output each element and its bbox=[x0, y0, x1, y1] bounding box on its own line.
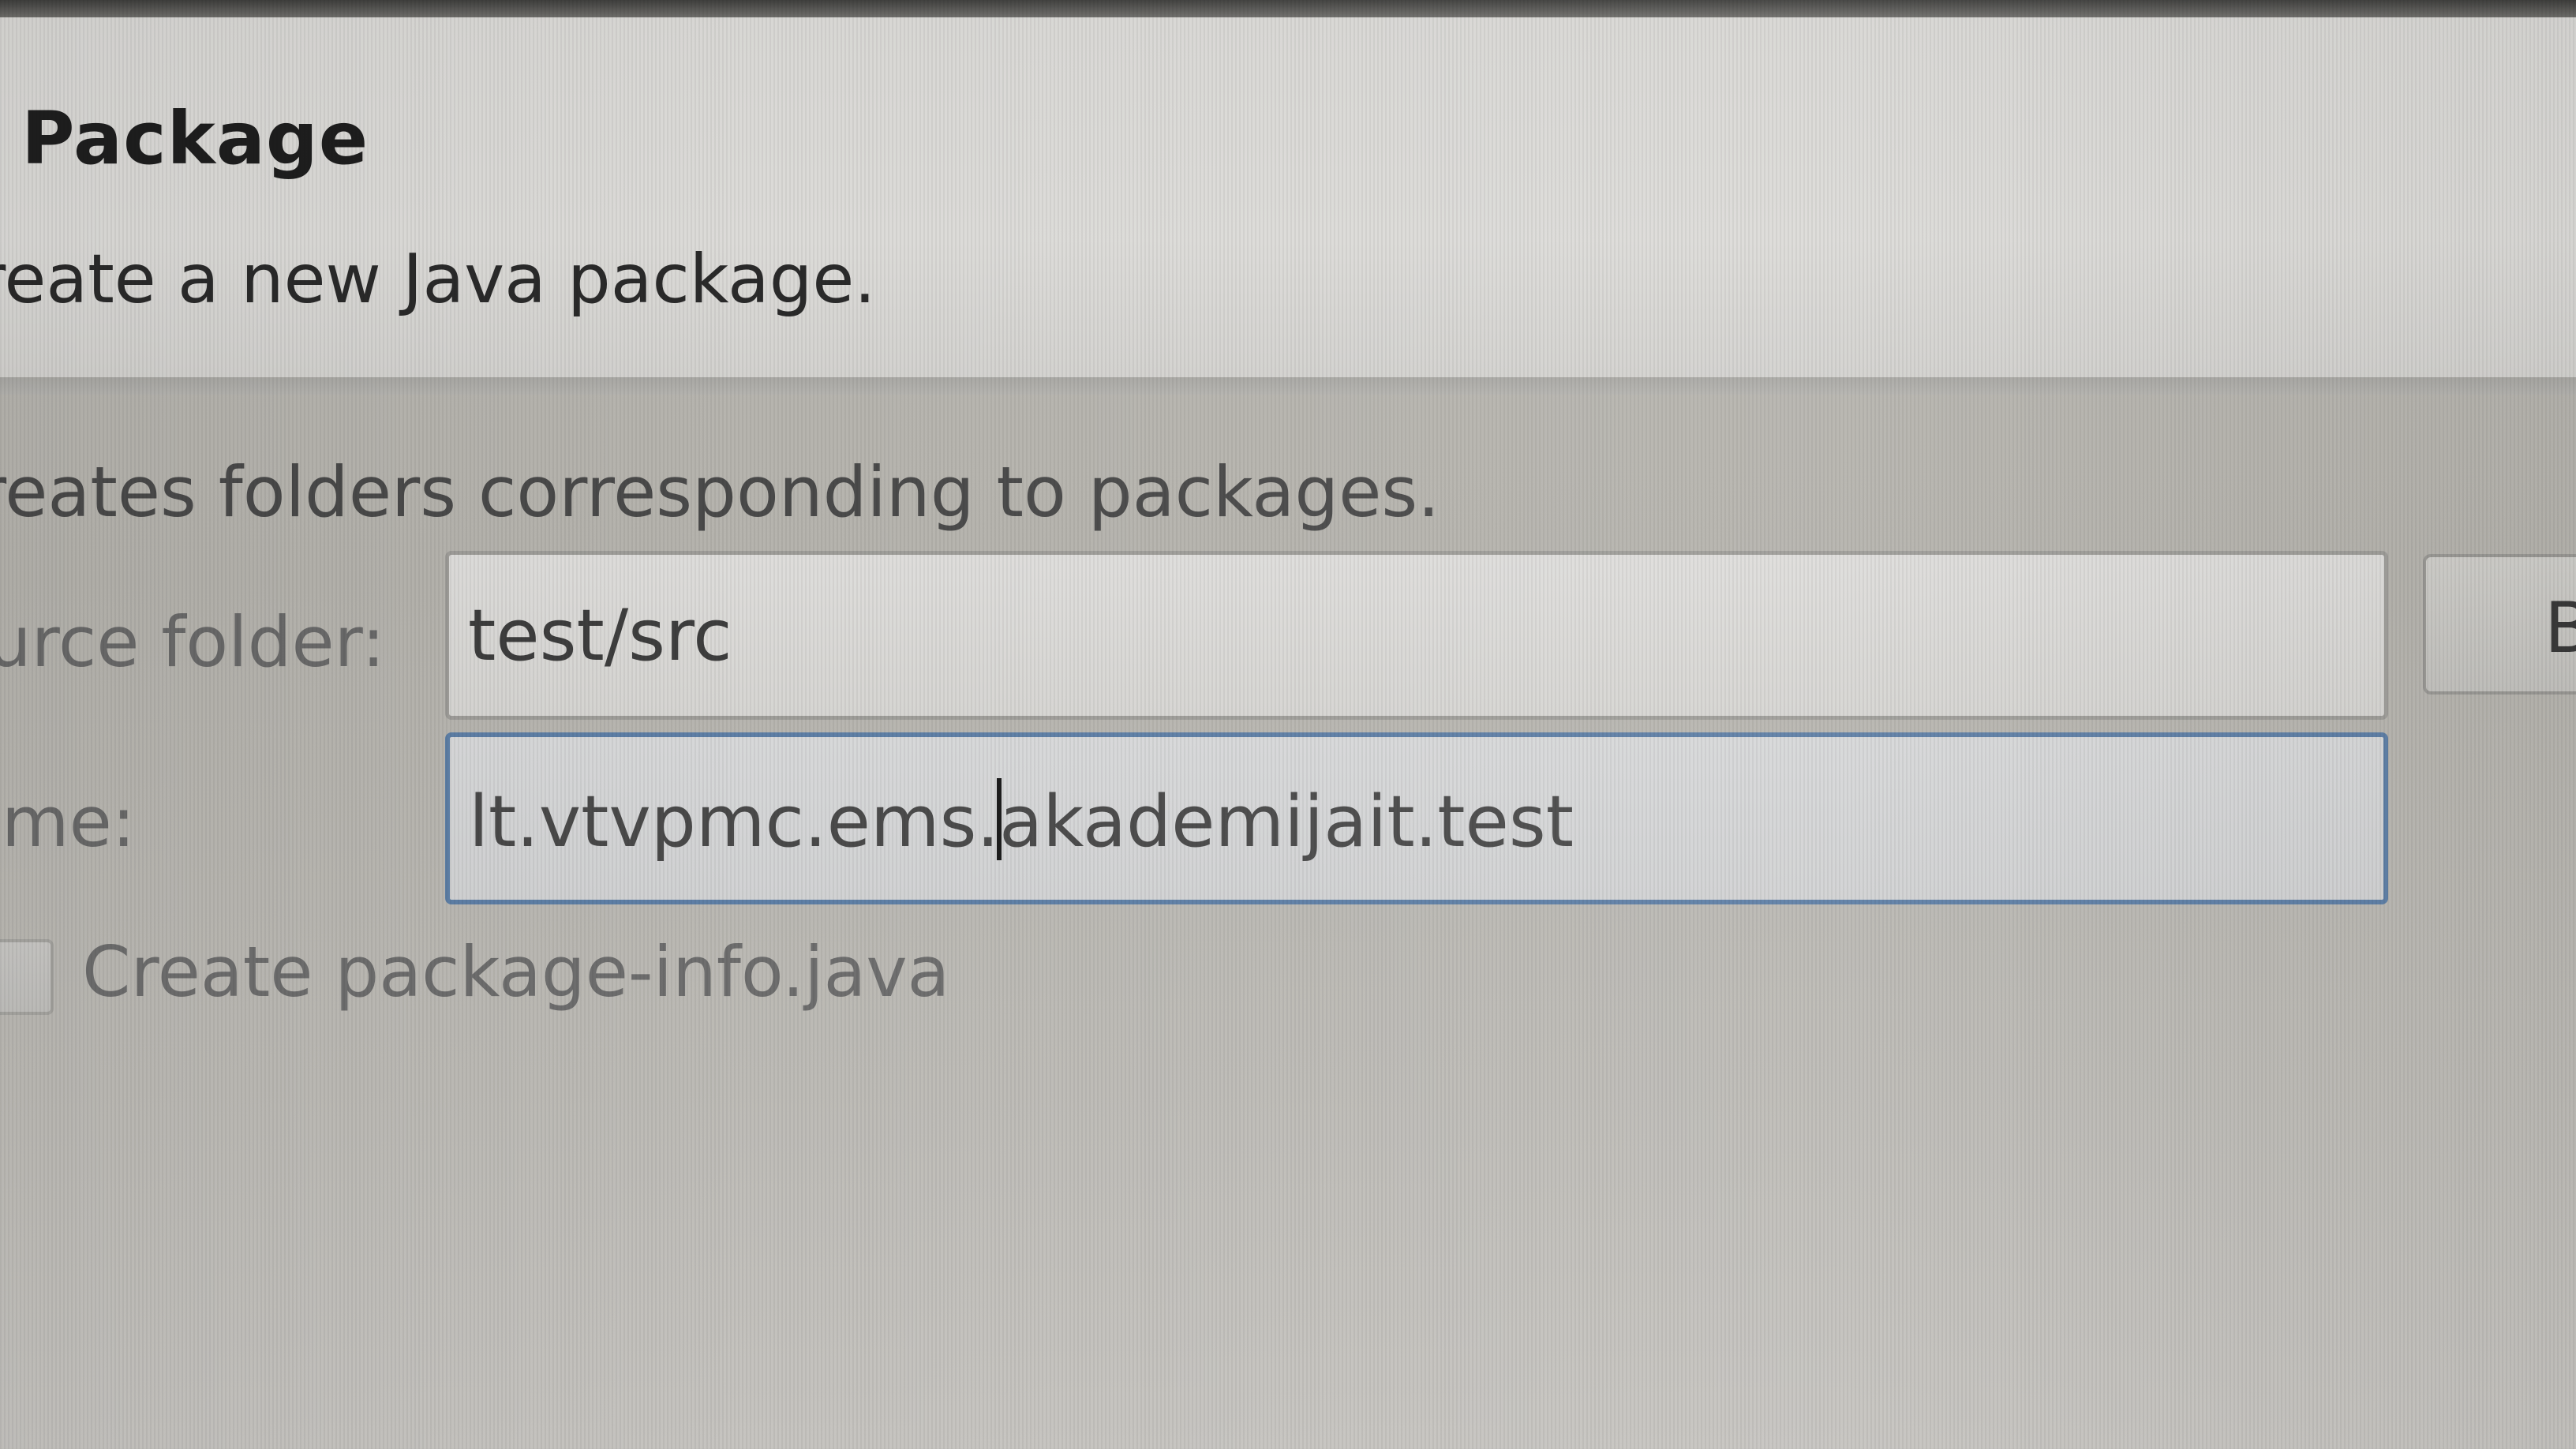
package-info-checkbox-label[interactable]: Create package-info.java bbox=[82, 931, 949, 1013]
window-top-edge bbox=[0, 0, 2576, 17]
wizard-header-banner: va Package reate a new Java package. bbox=[0, 17, 2576, 388]
source-folder-input[interactable]: test/src bbox=[445, 551, 2388, 720]
browse-button-label: B bbox=[2544, 587, 2576, 668]
package-info-checkbox[interactable] bbox=[0, 939, 54, 1015]
form-hint: reates folders corresponding to packages… bbox=[0, 451, 1440, 533]
source-folder-label: ource folder: bbox=[0, 601, 385, 683]
browse-button[interactable]: B bbox=[2423, 554, 2576, 695]
package-name-text-after-caret: akademijait.test bbox=[999, 781, 1574, 863]
wizard-description: reate a new Java package. bbox=[0, 240, 876, 319]
wizard-title: va Package bbox=[0, 96, 369, 181]
package-name-text-before-caret: lt.vtvpmc.ems. bbox=[469, 781, 1000, 863]
source-folder-value: test/src bbox=[468, 594, 732, 677]
header-divider bbox=[0, 377, 2576, 395]
package-name-input[interactable]: lt.vtvpmc.ems.akademijait.test bbox=[445, 732, 2388, 904]
package-name-label: ame: bbox=[0, 781, 136, 863]
package-name-value: lt.vtvpmc.ems.akademijait.test bbox=[469, 778, 1574, 863]
